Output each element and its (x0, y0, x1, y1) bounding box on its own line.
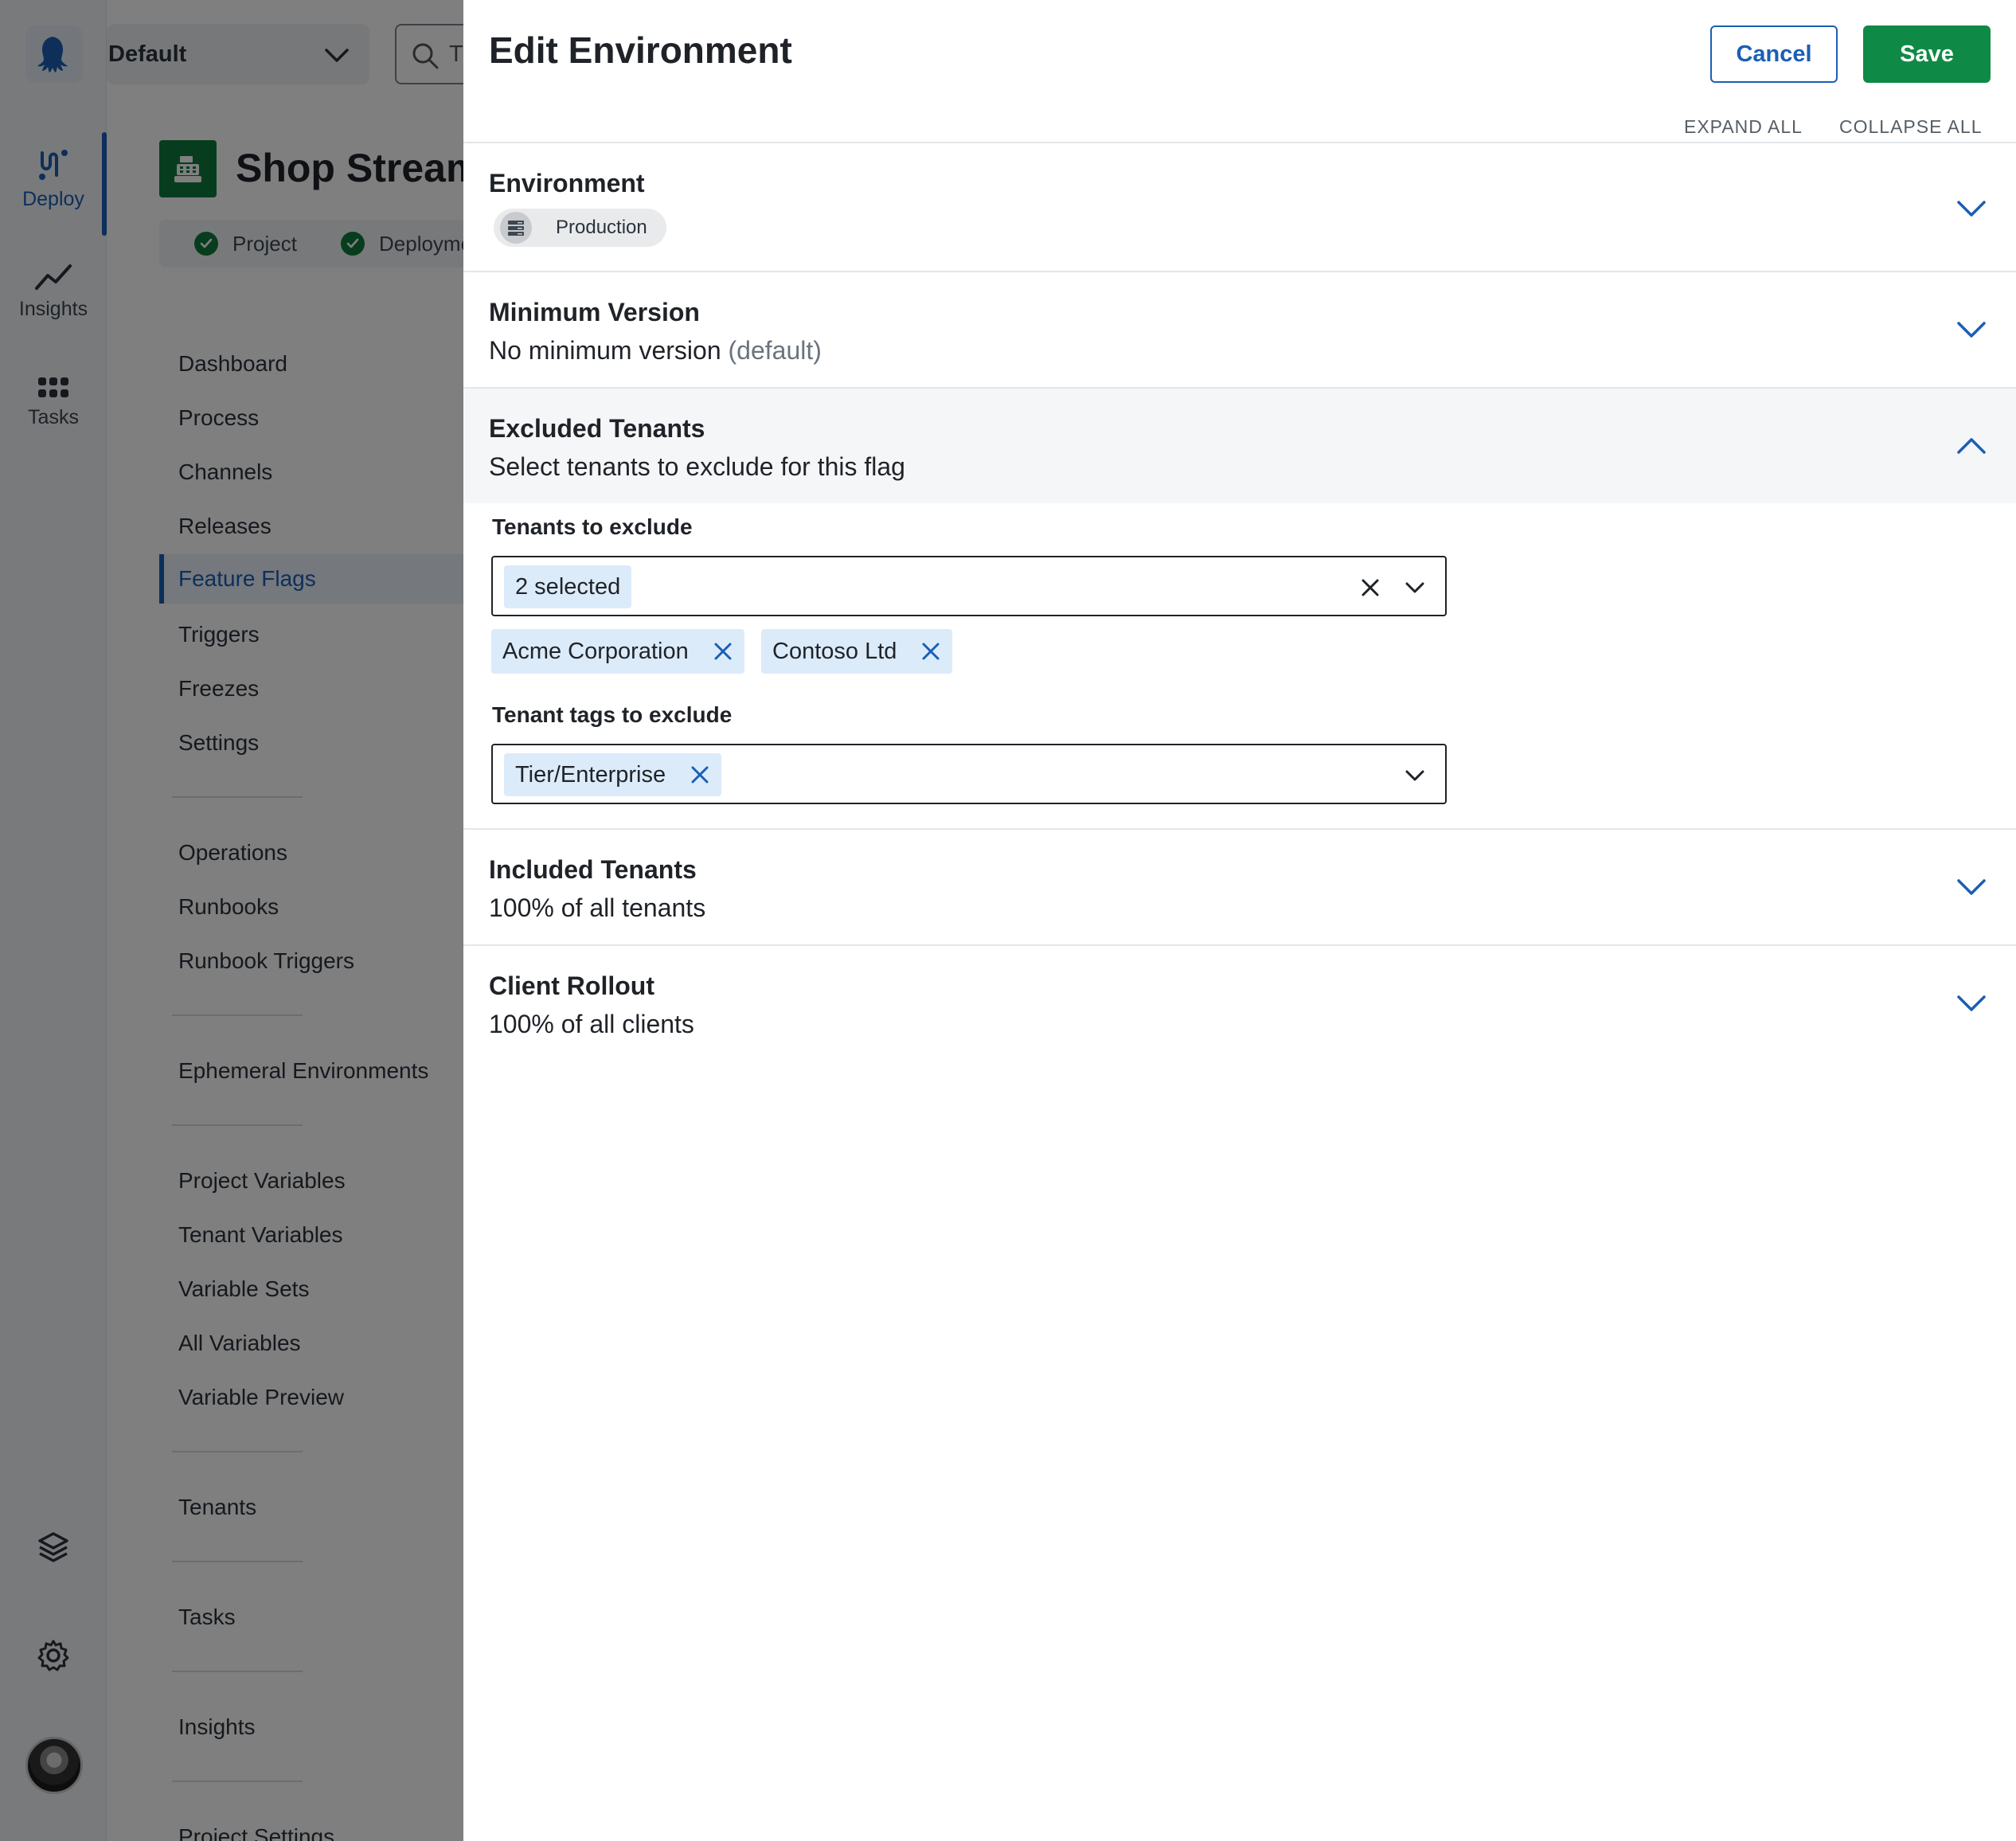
section-title: Client Rollout (489, 971, 654, 1000)
drawer-title: Edit Environment (489, 29, 792, 71)
chevron-down-icon[interactable] (1402, 575, 1428, 600)
collapse-all-button[interactable]: COLLAPSE ALL (1839, 116, 1983, 138)
section-title: Included Tenants (489, 855, 697, 884)
summary-value: No minimum version (489, 336, 721, 365)
section-title: Excluded Tenants (489, 414, 705, 443)
server-icon (500, 212, 532, 244)
tenant-chip-label: Contoso Ltd (772, 638, 897, 664)
section-summary: 100% of all tenants (489, 893, 706, 922)
selected-count-pill: 2 selected (504, 565, 632, 608)
cancel-button[interactable]: Cancel (1710, 25, 1838, 83)
environment-chip: Production (494, 209, 666, 247)
section-summary: No minimum version (default) (489, 336, 822, 365)
tenant-tags-select[interactable]: Tier/Enterprise (491, 744, 1447, 804)
expand-all-button[interactable]: EXPAND ALL (1684, 116, 1803, 138)
tenant-chip-label: Acme Corporation (502, 638, 689, 664)
summary-default: (default) (728, 336, 822, 365)
chevron-up-icon[interactable] (1955, 430, 1987, 462)
chevron-down-icon[interactable] (1955, 193, 1987, 225)
section-minimum-version[interactable]: Minimum Version No minimum version (defa… (463, 272, 2016, 389)
tenant-chip: Contoso Ltd (761, 629, 953, 674)
remove-icon[interactable] (920, 641, 941, 662)
tag-chip: Tier/Enterprise (504, 753, 722, 796)
chevron-down-icon[interactable] (1955, 987, 1987, 1019)
section-summary: 100% of all clients (489, 1010, 694, 1038)
tenant-tags-label: Tenant tags to exclude (492, 702, 733, 727)
edit-environment-drawer: Edit Environment Cancel Save EXPAND ALL … (463, 0, 2016, 1841)
chevron-down-icon[interactable] (1402, 763, 1428, 788)
section-header-excluded-tenants[interactable]: Excluded Tenants Select tenants to exclu… (463, 389, 2016, 503)
tenant-chip: Acme Corporation (491, 629, 744, 674)
section-title: Minimum Version (489, 298, 700, 326)
remove-icon[interactable] (690, 764, 710, 785)
tenants-select[interactable]: 2 selected (491, 556, 1447, 616)
clear-icon[interactable] (1358, 575, 1383, 600)
section-included-tenants[interactable]: Included Tenants 100% of all tenants (463, 830, 2016, 946)
section-summary: Select tenants to exclude for this flag (489, 452, 905, 481)
remove-icon[interactable] (713, 641, 733, 662)
chevron-down-icon[interactable] (1955, 871, 1987, 903)
tag-chip-label: Tier/Enterprise (515, 761, 666, 788)
tenants-to-exclude-label: Tenants to exclude (492, 514, 693, 539)
section-title: Environment (489, 169, 645, 197)
section-environment[interactable]: Environment Production (463, 143, 2016, 272)
section-excluded-tenants: Excluded Tenants Select tenants to exclu… (463, 389, 2016, 830)
section-client-rollout[interactable]: Client Rollout 100% of all clients (463, 946, 2016, 1062)
save-button[interactable]: Save (1863, 25, 1991, 83)
chevron-down-icon[interactable] (1955, 314, 1987, 346)
environment-name: Production (556, 217, 647, 238)
